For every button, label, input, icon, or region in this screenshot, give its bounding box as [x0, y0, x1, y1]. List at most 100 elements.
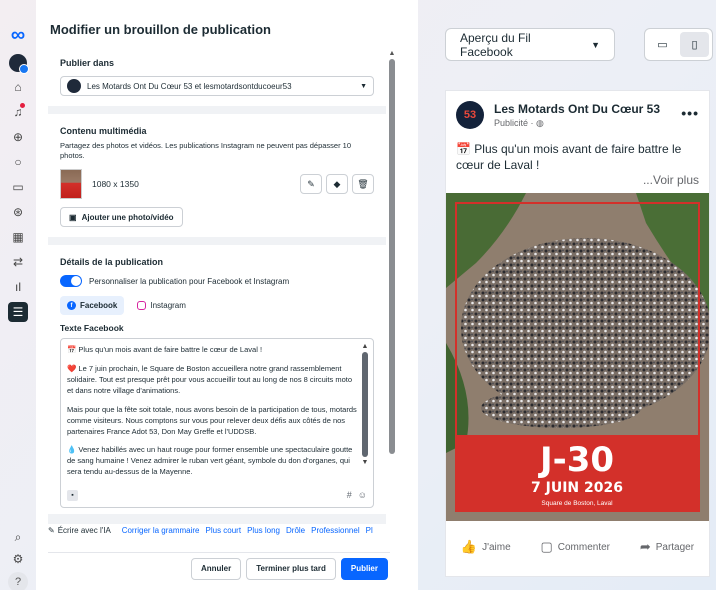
ai-link-more[interactable]: Pl — [366, 526, 373, 535]
ads-icon[interactable]: ⊛ — [8, 202, 28, 222]
sponsored-label: Publicité · ◍ — [494, 117, 544, 128]
hashtag-button[interactable]: # — [347, 490, 352, 500]
comment-icon: ▢ — [540, 539, 553, 554]
post-editor: Modifier un brouillon de publication Pub… — [36, 0, 418, 590]
tab-facebook-label: Facebook — [80, 301, 118, 311]
ai-link-grammar[interactable]: Corriger la grammaire — [122, 526, 200, 535]
mobile-icon[interactable]: ▯ — [680, 32, 709, 57]
publish-icon[interactable]: ⊕ — [8, 127, 28, 147]
add-media-label: Ajouter une photo/vidéo — [81, 212, 174, 222]
device-selector: ▭ ▯ — [644, 28, 713, 61]
photo-icon: ▣ — [69, 212, 77, 222]
ai-writing-bar: ✎ Écrire avec l'IA Corriger la grammaire… — [48, 524, 388, 550]
inbox-icon[interactable]: ○ — [8, 152, 28, 172]
media-item: 1080 x 1350 ✎ ◆ 🗑 — [60, 169, 374, 200]
text-scrollbar[interactable]: ▲ ▼ — [361, 343, 369, 473]
media-section: Contenu multimédia Partagez des photos e… — [48, 114, 386, 238]
countdown-text: J-30 — [538, 440, 614, 480]
event-date-text: 7 JUIN 2026 — [531, 480, 623, 496]
details-section: Détails de la publication Personnaliser … — [48, 245, 386, 515]
editor-scroll-area: Publier dans Les Motards Ont Du Cœur 53 … — [48, 46, 386, 546]
finish-later-button[interactable]: Terminer plus tard — [246, 557, 336, 580]
like-button[interactable]: 👍 J'aime — [461, 539, 511, 555]
comment-button[interactable]: ▢ Commenter — [540, 539, 610, 555]
share-button[interactable]: ➦ Partager — [640, 539, 694, 555]
tag-icon: ◆ — [333, 178, 341, 189]
customize-toggle[interactable] — [60, 275, 82, 288]
ai-link-funny[interactable]: Drôle — [286, 526, 305, 535]
facebook-text-content[interactable]: 📅 Plus qu'un mois avant de faire battre … — [67, 345, 357, 477]
accounts-select-value: Les Motards Ont Du Cœur 53 et lesmotards… — [87, 81, 292, 91]
tab-instagram[interactable]: Instagram — [130, 296, 193, 315]
see-more-link[interactable]: ...Voir plus — [643, 173, 699, 187]
publish-button[interactable]: Publier — [340, 557, 388, 580]
post-preview: Aperçu du Fil Facebook ▼ ▭ ▯ 53 Les Mota… — [424, 0, 716, 590]
scroll-down-icon[interactable]: ▼ — [361, 459, 369, 466]
media-thumbnail[interactable] — [60, 169, 82, 200]
delete-media-button[interactable]: 🗑 — [352, 174, 374, 195]
page-logo: 53 — [456, 101, 484, 129]
cancel-button[interactable]: Annuler — [190, 557, 242, 580]
ai-link-longer[interactable]: Plus long — [247, 526, 280, 535]
post-image: J-30 7 JUIN 2026 Square de Boston, Laval — [446, 193, 709, 521]
editor-scroll-thumb[interactable] — [389, 59, 395, 454]
editor-scrollbar[interactable]: ▲ — [388, 50, 396, 540]
text-paragraph: Mais pour que la fête soit totale, nous … — [67, 404, 357, 436]
menu-icon[interactable]: ☰ — [8, 302, 28, 322]
meta-logo-icon[interactable]: ∞ — [8, 24, 28, 46]
tab-instagram-label: Instagram — [150, 301, 186, 311]
like-label: J'aime — [482, 541, 511, 553]
media-insert-icon[interactable]: ▪ — [67, 489, 78, 501]
trash-icon: 🗑 — [357, 178, 369, 189]
editor-title: Modifier un brouillon de publication — [50, 22, 271, 37]
tab-facebook[interactable]: f Facebook — [60, 296, 125, 316]
share-label: Partager — [655, 541, 695, 553]
edit-media-button[interactable]: ✎ — [300, 174, 322, 195]
preview-select-value: Aperçu du Fil Facebook — [460, 30, 531, 59]
text-scroll-thumb[interactable] — [362, 352, 368, 458]
content-icon[interactable]: ▭ — [8, 177, 28, 197]
search-icon[interactable]: ⌕ — [8, 527, 28, 547]
scroll-up-icon[interactable]: ▲ — [388, 50, 396, 57]
media-description: Partagez des photos et vidéos. Les publi… — [60, 141, 352, 161]
post-message: 📅 Plus qu'un mois avant de faire battre … — [456, 142, 682, 173]
facebook-post-card: 53 Les Motards Ont Du Cœur 53 Publicité … — [445, 90, 710, 577]
accounts-select[interactable]: Les Motards Ont Du Cœur 53 et lesmotards… — [60, 76, 374, 96]
event-location-text: Square de Boston, Laval — [541, 500, 613, 507]
settings-icon[interactable]: ⚙ — [8, 549, 28, 569]
preview-select[interactable]: Aperçu du Fil Facebook ▼ — [445, 28, 615, 61]
publish-in-section: Publier dans Les Motards Ont Du Cœur 53 … — [48, 46, 386, 106]
help-icon[interactable]: ? — [8, 572, 28, 590]
nav-rail: ∞ ⌂ ♫ ⊕ ○ ▭ ⊛ ▦ ⇄ ıl ☰ ⌕ ⚙ ? — [0, 0, 36, 590]
post-actions: 👍 J'aime ▢ Commenter ➦ Partager — [446, 539, 709, 555]
more-options-icon[interactable]: ••• — [681, 105, 699, 121]
insights-icon[interactable]: ıl — [8, 277, 28, 297]
comment-label: Commenter — [557, 541, 611, 553]
ai-link-shorter[interactable]: Plus court — [206, 526, 242, 535]
share-icon: ➦ — [639, 539, 651, 554]
account-avatar[interactable] — [9, 54, 29, 74]
tag-media-button[interactable]: ◆ — [326, 174, 348, 195]
publish-in-heading: Publier dans — [60, 58, 115, 68]
post-image-graphic: J-30 7 JUIN 2026 Square de Boston, Laval — [446, 193, 709, 521]
emoji-button[interactable]: ☺ — [358, 490, 367, 500]
ai-link-professional[interactable]: Professionnel — [311, 526, 359, 535]
notifications-icon[interactable]: ♫ — [8, 102, 28, 122]
details-heading: Détails de la publication — [60, 257, 164, 268]
caret-down-icon: ▼ — [360, 82, 367, 90]
facebook-text-label: Texte Facebook — [60, 323, 124, 334]
desktop-icon[interactable]: ▭ — [648, 32, 677, 57]
planner-icon[interactable]: ▦ — [8, 227, 28, 247]
thumbs-up-icon: 👍 — [460, 539, 478, 554]
facebook-icon: f — [67, 301, 76, 311]
scroll-up-icon[interactable]: ▲ — [361, 343, 369, 350]
home-icon[interactable]: ⌂ — [8, 77, 28, 97]
account-avatar — [67, 79, 81, 93]
add-media-button[interactable]: ▣ Ajouter une photo/vidéo — [60, 207, 183, 228]
customize-toggle-label: Personnaliser la publication pour Facebo… — [89, 276, 290, 286]
media-heading: Contenu multimédia — [60, 126, 147, 136]
campaign-icon[interactable]: ⇄ — [8, 252, 28, 272]
text-paragraph: 📅 Plus qu'un mois avant de faire battre … — [67, 345, 263, 355]
facebook-text-area[interactable]: 📅 Plus qu'un mois avant de faire battre … — [60, 338, 374, 509]
ai-sparkle-icon: ✎ — [48, 526, 55, 535]
